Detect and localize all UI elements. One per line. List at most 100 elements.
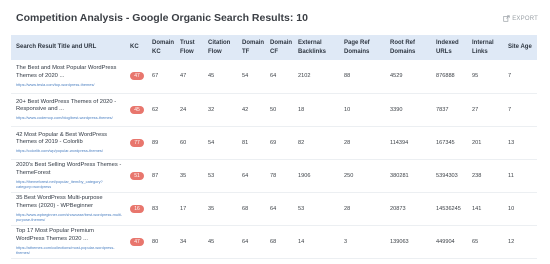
- column-header-internal-links[interactable]: Internal Links: [469, 35, 505, 60]
- indexed-urls-value: 167345: [433, 126, 469, 160]
- export-button[interactable]: EXPORT: [503, 15, 538, 22]
- site-age-value: 10: [505, 192, 537, 226]
- result-cell: 20+ Best WordPress Themes of 2020 - Resp…: [11, 93, 127, 127]
- column-header-external-backlinks[interactable]: External Backlinks: [295, 35, 341, 60]
- kc-badge: 45: [130, 105, 144, 114]
- result-title[interactable]: 35 Best WordPress Multi-purpose Themes (…: [16, 195, 124, 211]
- internal-links-value: 65: [469, 225, 505, 259]
- citation-flow-value: 45: [205, 60, 239, 94]
- kc-badge: 77: [130, 138, 144, 147]
- citation-flow-value: 53: [205, 159, 239, 193]
- column-header-domain-tf[interactable]: Domain TF: [239, 35, 267, 60]
- result-url[interactable]: https://www.tesla.com/top-wordpress-them…: [16, 82, 124, 87]
- column-header-citation-flow[interactable]: Citation Flow: [205, 35, 239, 60]
- citation-flow-value: 35: [205, 192, 239, 226]
- site-age-value: 7: [505, 93, 537, 127]
- trust-flow-value: 24: [177, 93, 205, 127]
- column-header-indexed-urls[interactable]: Indexed URLs: [433, 35, 469, 60]
- column-header-trust-flow[interactable]: Trust Flow: [177, 35, 205, 60]
- column-header-title[interactable]: Search Result Title and URL: [11, 35, 127, 60]
- result-url[interactable]: https://themeforest.net/popular_item/by_…: [16, 179, 124, 190]
- export-label: EXPORT: [512, 15, 538, 22]
- result-cell: 2020's Best Selling WordPress Themes - T…: [11, 159, 127, 193]
- internal-links-value: 95: [469, 60, 505, 94]
- kc-cell: 47: [127, 60, 149, 94]
- site-age-value: 12: [505, 225, 537, 259]
- column-header-site-age[interactable]: Site Age: [505, 35, 537, 60]
- external-backlinks-value: 53: [295, 192, 341, 226]
- domain-tf-value: 64: [239, 225, 267, 259]
- table-row: 35 Best WordPress Multi-purpose Themes (…: [11, 192, 537, 226]
- domain-kc-value: 67: [149, 60, 177, 94]
- citation-flow-value: 45: [205, 225, 239, 259]
- kc-badge: 51: [130, 171, 144, 180]
- table-row: 42 Most Popular & Best WordPress Themes …: [11, 126, 537, 160]
- trust-flow-value: 34: [177, 225, 205, 259]
- page-ref-domains-value: 10: [341, 93, 387, 127]
- column-header-kc[interactable]: KC: [127, 35, 149, 60]
- result-cell: Top 17 Most Popular Premium WordPress Th…: [11, 225, 127, 259]
- result-url[interactable]: https://www.wpbeginner.com/showcase/best…: [16, 212, 124, 223]
- domain-cf-value: 68: [267, 225, 295, 259]
- citation-flow-value: 54: [205, 126, 239, 160]
- trust-flow-value: 35: [177, 159, 205, 193]
- root-ref-domains-value: 4529: [387, 60, 433, 94]
- external-backlinks-value: 14: [295, 225, 341, 259]
- result-url[interactable]: https://www.codemop.com/blog/best-wordpr…: [16, 115, 124, 120]
- internal-links-value: 238: [469, 159, 505, 193]
- site-age-value: 7: [505, 60, 537, 94]
- result-url[interactable]: https://colorlib.com/wp/popular-wordpres…: [16, 148, 124, 153]
- kc-cell: 47: [127, 225, 149, 259]
- domain-tf-value: 68: [239, 192, 267, 226]
- column-header-domain-kc[interactable]: Domain KC: [149, 35, 177, 60]
- indexed-urls-value: 449904: [433, 225, 469, 259]
- panel-title: Competition Analysis - Google Organic Se…: [16, 12, 308, 24]
- domain-kc-value: 83: [149, 192, 177, 226]
- column-header-domain-cf[interactable]: Domain CF: [267, 35, 295, 60]
- panel-header: Competition Analysis - Google Organic Se…: [16, 12, 540, 30]
- site-age-value: 13: [505, 126, 537, 160]
- root-ref-domains-value: 20873: [387, 192, 433, 226]
- column-header-page-ref-domains[interactable]: Page Ref Domains: [341, 35, 387, 60]
- trust-flow-value: 60: [177, 126, 205, 160]
- page-ref-domains-value: 28: [341, 126, 387, 160]
- indexed-urls-value: 5394303: [433, 159, 469, 193]
- result-title[interactable]: 2020's Best Selling WordPress Themes - T…: [16, 162, 124, 178]
- table-row: 2020's Best Selling WordPress Themes - T…: [11, 159, 537, 193]
- internal-links-value: 201: [469, 126, 505, 160]
- result-title[interactable]: 42 Most Popular & Best WordPress Themes …: [16, 132, 124, 148]
- domain-tf-value: 81: [239, 126, 267, 160]
- domain-cf-value: 69: [267, 126, 295, 160]
- domain-kc-value: 80: [149, 225, 177, 259]
- page-ref-domains-value: 250: [341, 159, 387, 193]
- domain-tf-value: 42: [239, 93, 267, 127]
- kc-badge: 47: [130, 72, 144, 81]
- external-backlinks-value: 1906: [295, 159, 341, 193]
- result-url[interactable]: https://athemes.com/collections/most-pop…: [16, 245, 124, 256]
- internal-links-value: 27: [469, 93, 505, 127]
- site-age-value: 11: [505, 159, 537, 193]
- results-table-container: Search Result Title and URL KC Domain KC…: [11, 35, 537, 259]
- root-ref-domains-value: 114394: [387, 126, 433, 160]
- column-header-root-ref-domains[interactable]: Root Ref Domains: [387, 35, 433, 60]
- results-table: Search Result Title and URL KC Domain KC…: [11, 35, 537, 259]
- root-ref-domains-value: 380281: [387, 159, 433, 193]
- kc-cell: 51: [127, 159, 149, 193]
- trust-flow-value: 47: [177, 60, 205, 94]
- table-row: 20+ Best WordPress Themes of 2020 - Resp…: [11, 93, 537, 127]
- domain-cf-value: 78: [267, 159, 295, 193]
- result-title[interactable]: Top 17 Most Popular Premium WordPress Th…: [16, 228, 124, 244]
- page-ref-domains-value: 3: [341, 225, 387, 259]
- page-ref-domains-value: 88: [341, 60, 387, 94]
- indexed-urls-value: 14536245: [433, 192, 469, 226]
- page-ref-domains-value: 28: [341, 192, 387, 226]
- table-row: The Best and Most Popular WordPress Them…: [11, 60, 537, 94]
- result-title[interactable]: The Best and Most Popular WordPress Them…: [16, 65, 124, 81]
- trust-flow-value: 17: [177, 192, 205, 226]
- external-backlinks-value: 82: [295, 126, 341, 160]
- kc-cell: 45: [127, 93, 149, 127]
- result-title[interactable]: 20+ Best WordPress Themes of 2020 - Resp…: [16, 99, 124, 115]
- domain-kc-value: 89: [149, 126, 177, 160]
- external-backlinks-value: 18: [295, 93, 341, 127]
- domain-kc-value: 87: [149, 159, 177, 193]
